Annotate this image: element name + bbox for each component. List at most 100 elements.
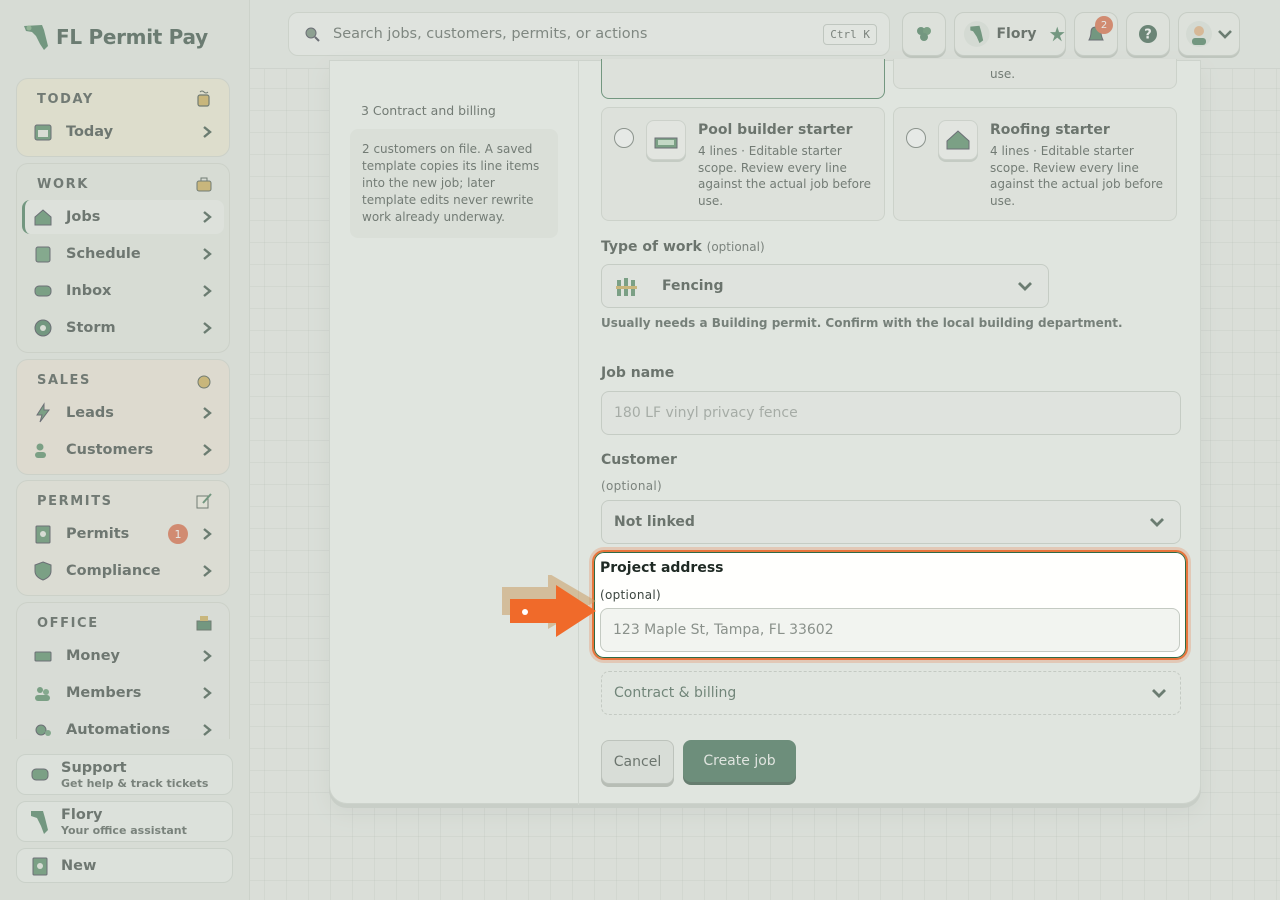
group-title: SALES [37,372,91,388]
template-desc: 4 lines · Editable starter scope. Review… [698,144,872,208]
help-button[interactable]: ? [1126,12,1170,56]
sidebar-item-today[interactable]: Today [22,115,224,149]
sidebar-item-label: Inbox [66,283,112,299]
template-radio[interactable] [614,128,634,148]
project-address-input[interactable]: 123 Maple St, Tampa, FL 33602 [600,608,1180,652]
template-title: Pool builder starter [698,122,853,138]
support-subtitle: Get help & track tickets [61,776,209,790]
chevron-right-icon [203,126,212,138]
pen-paper-icon [196,493,212,509]
chevron-right-icon [203,650,212,662]
nav-group-permits: PERMITS Permits 1 Compliance [16,480,230,596]
notification-badge: 1 [168,524,188,544]
notifications-button[interactable]: 2 [1074,12,1118,56]
template-card[interactable]: use. [893,59,1177,89]
type-of-work-select[interactable]: Fencing [601,264,1049,308]
template-card-pool-builder[interactable]: Pool builder starter 4 lines · Editable … [601,107,885,221]
chevron-right-icon [203,528,212,540]
project-address-label: Project address [600,560,724,576]
chevron-right-icon [203,248,212,260]
toolbox-icon [196,177,212,192]
type-of-work-value: Fencing [662,278,724,294]
type-of-work-hint: Usually needs a Building permit. Confirm… [601,316,1123,330]
brand[interactable]: FL Permit Pay [22,22,208,52]
sidebar-item-automations[interactable]: Automations [22,713,224,739]
sidebar-item-compliance[interactable]: Compliance [22,554,224,588]
create-job-button[interactable]: Create job [683,740,796,782]
type-of-work-label: Type of work (optional) [601,239,765,255]
sidebar-item-money[interactable]: Money [22,639,224,673]
new-card[interactable]: New [16,848,233,883]
search-input[interactable]: Search jobs, customers, permits, or acti… [333,26,823,42]
sidebar-item-leads[interactable]: Leads [22,396,224,430]
chat-bubble-icon [34,285,52,297]
account-menu-button[interactable] [1178,12,1240,56]
step-contract-billing[interactable]: 3 Contract and billing [361,103,496,118]
hurricane-icon [34,319,52,337]
schedule-icon [35,246,51,263]
chevron-down-icon [1018,282,1032,291]
global-search[interactable]: Search jobs, customers, permits, or acti… [288,12,890,56]
sidebar-item-label: Automations [66,722,171,738]
sidebar-item-permits[interactable]: Permits 1 [22,517,224,551]
template-desc-tail: use. [990,67,1016,81]
sidebar-item-jobs[interactable]: Jobs [22,200,224,234]
search-shortcut: Ctrl K [823,23,877,45]
info-note: 2 customers on file. A saved template co… [350,129,558,238]
template-card-roofing[interactable]: Roofing starter 4 lines · Editable start… [893,107,1177,221]
support-title: Support [61,759,127,776]
sidebar-item-label: Jobs [66,209,101,225]
sidebar-item-label: Storm [66,320,116,336]
assistant-button[interactable]: Flory [954,12,1066,56]
sidebar-item-label: Today [66,124,114,140]
quick-actions-button[interactable] [902,12,946,56]
cash-stack-icon [34,651,52,662]
sidebar-item-label: Money [66,648,120,664]
sidebar-item-schedule[interactable]: Schedule [22,237,224,271]
project-address-optional-tag: (optional) [600,588,661,602]
customer-select[interactable]: Not linked [601,500,1181,544]
chevron-right-icon [203,211,212,223]
sidebar-item-customers[interactable]: Customers [22,433,224,467]
contract-billing-toggle[interactable]: Contract & billing [601,671,1181,715]
sidebar-item-label: Customers [66,442,154,458]
house-icon [34,209,52,226]
cancel-button[interactable]: Cancel [601,740,674,784]
new-title: New [61,857,97,874]
new-document-icon [32,857,48,875]
nav-group-office: OFFICE Money Members Automations [16,602,230,739]
create-job-modal: 3 Contract and billing 2 customers on fi… [329,59,1201,805]
sidebar-item-storm[interactable]: Storm [22,311,224,345]
sidebar-item-label: Schedule [66,246,141,262]
assistant-label: Flory [996,26,1037,42]
sidebar-item-members[interactable]: Members [22,676,224,710]
optional-tag: (optional) [706,240,765,254]
chevron-right-icon [203,444,212,456]
support-card[interactable]: Support Get help & track tickets [16,754,233,795]
customer-value: Not linked [614,514,695,530]
template-radio[interactable] [906,128,926,148]
pool-icon [646,120,686,160]
notification-count-badge: 2 [1095,16,1113,34]
template-card-selected[interactable] [601,59,885,99]
calendar-icon [34,124,52,141]
fence-icon [616,278,637,296]
sidebar-item-label: Members [66,685,142,701]
job-name-input[interactable]: 180 LF vinyl privacy fence [601,391,1181,435]
nav-group-work: WORK Jobs Schedule Inbox Storm [16,163,230,353]
permit-document-icon [35,525,51,544]
group-title: PERMITS [37,493,113,509]
support-chat-icon [31,768,49,780]
nav-group-sales: SALES Leads Customers [16,359,230,475]
roof-icon [938,120,978,160]
sidebar-item-label: Leads [66,405,114,421]
sidebar-item-label: Permits [66,526,130,542]
gears-icon [35,724,51,736]
sidebar-item-inbox[interactable]: Inbox [22,274,224,308]
florida-logo-icon [24,25,48,50]
modal-steps-panel: 3 Contract and billing 2 customers on fi… [330,61,579,805]
brand-title: FL Permit Pay [56,25,208,49]
people-icon [35,443,46,458]
assistant-card[interactable]: Flory Your office assistant [16,801,233,842]
sidebar-item-label: Compliance [66,563,161,579]
